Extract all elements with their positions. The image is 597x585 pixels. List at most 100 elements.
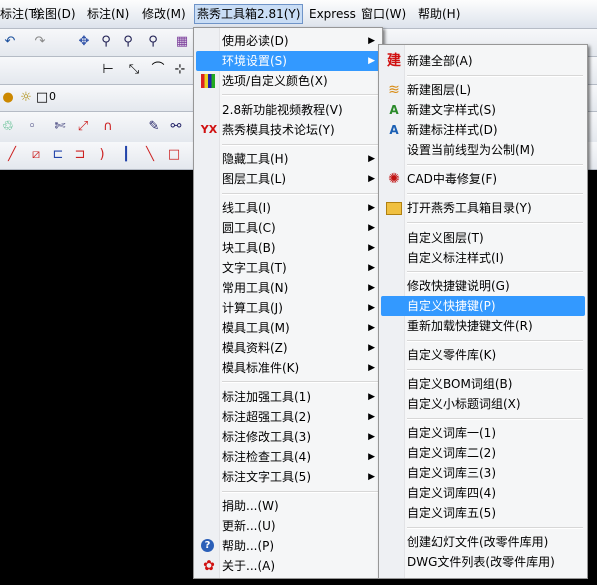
dim-arc-icon[interactable]: ⌒: [150, 62, 166, 78]
zoom-window-icon[interactable]: ⚲: [120, 34, 136, 50]
pencil-icon[interactable]: ✎: [146, 119, 162, 135]
magnet-icon[interactable]: ∩: [100, 119, 116, 135]
lightbulb-icon[interactable]: ●: [0, 90, 16, 106]
about-icon: ✿: [203, 558, 215, 574]
menu-item-label: 环境设置(S): [222, 54, 287, 68]
menu-item-must-read[interactable]: 使用必读(D) ▶: [196, 31, 380, 51]
menu-item-shortcut-help[interactable]: 修改快捷键说明(G): [381, 276, 585, 296]
menu-item-dim-super[interactable]: 标注超强工具(2) ▶: [196, 407, 380, 427]
menu-item-dim-check[interactable]: 标注检查工具(4) ▶: [196, 447, 380, 467]
menu-item-hide-tools[interactable]: 隐藏工具(H) ▶: [196, 149, 380, 169]
chain-icon[interactable]: ⚯: [168, 119, 184, 135]
menu-item-label: 标注加强工具(1): [222, 390, 311, 404]
menu-item-dim-modify[interactable]: 标注修改工具(3) ▶: [196, 427, 380, 447]
menu-item-help[interactable]: ? 帮助...(P): [196, 536, 380, 556]
sun-icon[interactable]: ☼: [18, 90, 34, 106]
menu-item-create-slide[interactable]: 创建幻灯文件(改零件库用): [381, 532, 585, 552]
menu-item-custom-layer[interactable]: 自定义图层(T): [381, 228, 585, 248]
submenu-arrow-icon: ▶: [368, 343, 375, 353]
modify-tool-icon[interactable]: ♲: [0, 119, 16, 135]
slash-icon[interactable]: ╲: [142, 147, 158, 163]
menu-item-custom-shortcut[interactable]: 自定义快捷键(P): [381, 296, 585, 316]
menu-item-cad-virus-fix[interactable]: ✺ CAD中毒修复(F): [381, 169, 585, 189]
menu-item-forum[interactable]: YX 燕秀模具技术论坛(Y): [196, 120, 380, 140]
menu-modify[interactable]: 修改(M): [140, 5, 188, 23]
menu-separator: [407, 164, 583, 166]
menu-item-block-tools[interactable]: 块工具(B) ▶: [196, 238, 380, 258]
menu-item-custom-dict-1[interactable]: 自定义词库一(1): [381, 423, 585, 443]
menu-item-custom-dict-2[interactable]: 自定义词库二(2): [381, 443, 585, 463]
menu-item-set-metric-linetype[interactable]: 设置当前线型为公制(M): [381, 140, 585, 160]
menu-item-label: 标注修改工具(3): [222, 430, 311, 444]
menu-item-custom-dict-4[interactable]: 自定义词库四(4): [381, 483, 585, 503]
menu-yanxiu-toolbox[interactable]: 燕秀工具箱2.81(Y): [194, 4, 304, 24]
menu-item-label: 标注超强工具(2): [222, 410, 311, 424]
dim-linear-icon[interactable]: ⊢: [100, 62, 116, 78]
submenu-arrow-icon: ▶: [368, 203, 375, 213]
menu-item-custom-bom[interactable]: 自定义BOM词组(B): [381, 374, 585, 394]
menu-help[interactable]: 帮助(H): [416, 5, 462, 23]
menu-item-donate[interactable]: 捐助...(W): [196, 496, 380, 516]
line-icon[interactable]: ╱: [4, 147, 20, 163]
extend-icon[interactable]: ⤢: [75, 119, 91, 135]
menu-item-custom-dict-5[interactable]: 自定义词库五(5): [381, 503, 585, 523]
menu-item-options-colors[interactable]: 选项/自定义颜色(X): [196, 71, 380, 91]
menu-draw[interactable]: 绘图(D): [31, 5, 78, 23]
rectangle-icon[interactable]: □: [166, 147, 182, 163]
menu-item-calc-tools[interactable]: 计算工具(J) ▶: [196, 298, 380, 318]
dim-ordinate-icon[interactable]: ⊹: [172, 62, 188, 78]
arc-tool-icon[interactable]: ): [94, 147, 110, 163]
menu-item-new-all[interactable]: 建新建全部(A): [381, 51, 585, 71]
menu-item-common-tools[interactable]: 常用工具(N) ▶: [196, 278, 380, 298]
menu-item-custom-subtitle[interactable]: 自定义小标题词组(X): [381, 394, 585, 414]
menu-item-label: 捐助...(W): [222, 499, 279, 513]
menu-item-open-toolbox-dir[interactable]: 打开燕秀工具箱目录(Y): [381, 198, 585, 218]
layer-name: 0: [49, 90, 56, 103]
menu-item-dim-text[interactable]: 标注文字工具(5) ▶: [196, 467, 380, 487]
menu-item-about[interactable]: ✿ 关于...(A): [196, 556, 380, 576]
dim-aligned-icon[interactable]: ⤡: [126, 62, 142, 78]
menu-item-label: 自定义词库四(4): [407, 486, 496, 500]
menu-item-new-dim-style[interactable]: A 新建标注样式(D): [381, 120, 585, 140]
zoom-previous-icon[interactable]: ⚲: [145, 34, 161, 50]
offset-icon[interactable]: ⊐: [72, 147, 88, 163]
menu-item-line-tools[interactable]: 线工具(I) ▶: [196, 198, 380, 218]
environment-settings-submenu: 建新建全部(A) ≋ 新建图层(L) A 新建文字样式(S) A 新建标注样式(D) …: [378, 44, 588, 579]
menu-item-new-layer[interactable]: ≋ 新建图层(L): [381, 80, 585, 100]
menu-item-mold-data[interactable]: 模具资料(Z) ▶: [196, 338, 380, 358]
menu-item-mold-standard-parts[interactable]: 模具标准件(K) ▶: [196, 358, 380, 378]
break-icon[interactable]: ┃: [118, 147, 134, 163]
menu-separator: [407, 369, 583, 371]
menu-item-text-tools[interactable]: 文字工具(T) ▶: [196, 258, 380, 278]
menu-item-mold-tools[interactable]: 模具工具(M) ▶: [196, 318, 380, 338]
trim-icon[interactable]: ✄: [52, 119, 68, 135]
menu-item-dwg-file-list[interactable]: DWG文件列表(改零件库用): [381, 552, 585, 572]
properties-icon[interactable]: ▦: [174, 34, 190, 50]
menu-window[interactable]: 窗口(W): [359, 5, 408, 23]
menu-item-label: 计算工具(J): [222, 301, 283, 315]
construction-line-icon[interactable]: ⧄: [28, 147, 44, 163]
redo-icon[interactable]: ↷: [32, 34, 48, 50]
menu-item-label: 打开燕秀工具箱目录(Y): [407, 201, 532, 215]
point-icon[interactable]: ◦: [24, 119, 40, 135]
menu-item-custom-dim-style[interactable]: 自定义标注样式(I): [381, 248, 585, 268]
zoom-realtime-icon[interactable]: ⚲: [98, 34, 114, 50]
menu-item-video-tutorial[interactable]: 2.8新功能视频教程(V): [196, 100, 380, 120]
dimension-tool-icon[interactable]: ⊏: [50, 147, 66, 163]
menu-express[interactable]: Express: [307, 5, 358, 23]
menu-item-layer-tools[interactable]: 图层工具(L) ▶: [196, 169, 380, 189]
undo-icon[interactable]: ↶: [2, 34, 18, 50]
menu-dimension[interactable]: 标注(N): [85, 5, 131, 23]
menu-item-custom-parts-lib[interactable]: 自定义零件库(K): [381, 345, 585, 365]
menu-item-custom-dict-3[interactable]: 自定义词库三(3): [381, 463, 585, 483]
menu-item-circle-tools[interactable]: 圆工具(C) ▶: [196, 218, 380, 238]
submenu-arrow-icon: ▶: [368, 263, 375, 273]
color-swatch-icon[interactable]: □: [34, 90, 50, 106]
menu-item-label: 自定义小标题词组(X): [407, 397, 521, 411]
menu-item-dim-enhance[interactable]: 标注加强工具(1) ▶: [196, 387, 380, 407]
menu-item-environment-settings[interactable]: 环境设置(S) ▶: [196, 51, 380, 71]
menu-item-update[interactable]: 更新...(U): [196, 516, 380, 536]
pan-icon[interactable]: ✥: [76, 34, 92, 50]
menu-item-new-text-style[interactable]: A 新建文字样式(S): [381, 100, 585, 120]
menu-item-reload-shortcut[interactable]: 重新加载快捷键文件(R): [381, 316, 585, 336]
